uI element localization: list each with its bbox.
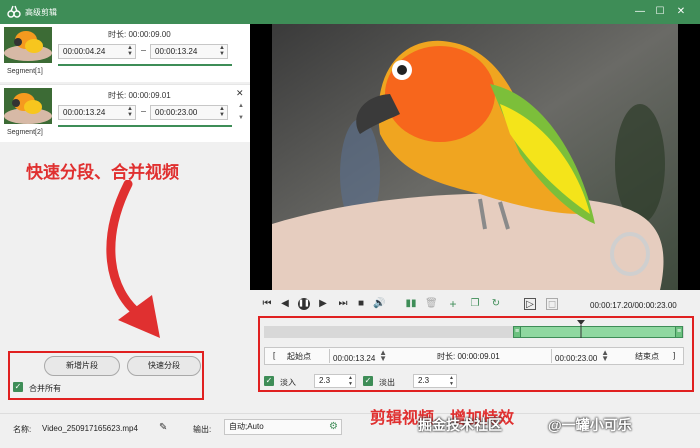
remove-segment-icon[interactable]: ✕ bbox=[236, 88, 244, 99]
title-bar: 高级剪辑 — ☐ ✕ bbox=[0, 0, 700, 24]
range-dash bbox=[141, 50, 146, 51]
segment-start-field[interactable]: 00:00:04.24 ▲ ▼ bbox=[58, 44, 136, 59]
maximize-button[interactable]: ☐ bbox=[653, 5, 667, 19]
segment-progress-bar bbox=[58, 125, 232, 127]
video-preview[interactable] bbox=[250, 24, 700, 290]
pause-icon[interactable]: ❚❚ bbox=[298, 298, 310, 310]
timeline-start-handle[interactable]: ≡ bbox=[513, 326, 521, 338]
segment-item[interactable]: Segment[2] 时长: 00:00:09.01 00:00:13.24 ▲ ▼… bbox=[0, 84, 250, 142]
window-title: 高级剪辑 bbox=[25, 8, 57, 17]
copy-icon[interactable]: ❐ bbox=[469, 298, 481, 310]
set-end-marker-icon[interactable]: ◻ bbox=[546, 298, 558, 310]
split-clip-icon[interactable]: ▮▮ bbox=[405, 298, 417, 310]
set-start-marker-icon[interactable]: ▷ bbox=[524, 298, 536, 310]
name-label: 名称: bbox=[13, 425, 32, 434]
segment-start-value: 00:00:04.24 bbox=[63, 47, 106, 56]
output-path-field[interactable]: 自动;Auto ⚙ bbox=[224, 419, 342, 435]
skip-to-end-icon[interactable]: ⏭ bbox=[337, 298, 349, 310]
quick-split-button[interactable]: 快速分段 bbox=[127, 356, 201, 376]
segment-thumbnail bbox=[4, 88, 52, 124]
output-path-value: 自动;Auto bbox=[229, 422, 264, 431]
segment-progress-bar bbox=[58, 64, 232, 66]
range-dash bbox=[141, 111, 146, 112]
add-icon[interactable]: + bbox=[447, 298, 459, 310]
clip-start-value: 00:00:13.24 bbox=[333, 354, 376, 363]
segment-duration: 时长: 00:00:09.00 bbox=[108, 30, 171, 39]
spin-arrows-icon[interactable]: ▲ ▼ bbox=[379, 349, 387, 363]
rotate-icon[interactable]: ↻ bbox=[490, 298, 502, 310]
spin-arrows-icon[interactable]: ▲ ▼ bbox=[348, 375, 353, 387]
set-end-point-button[interactable]: 结束点 bbox=[635, 351, 659, 362]
spin-arrows-icon[interactable]: ▲ ▼ bbox=[127, 45, 133, 57]
clip-end-value: 00:00:23.00 bbox=[555, 354, 598, 363]
step-back-icon[interactable]: ◀ bbox=[279, 298, 291, 310]
skip-to-start-icon[interactable]: ⏮ bbox=[261, 298, 273, 310]
watermark-site: 掘金技术社区 bbox=[418, 417, 502, 433]
segment-label: Segment[1] bbox=[7, 68, 43, 75]
close-button[interactable]: ✕ bbox=[674, 5, 688, 19]
minimize-button[interactable]: — bbox=[633, 5, 647, 19]
spin-arrows-icon[interactable]: ▲ ▼ bbox=[219, 45, 225, 57]
spin-arrows-icon[interactable]: ▲ ▼ bbox=[601, 349, 609, 363]
video-frame bbox=[272, 24, 678, 290]
set-start-point-button[interactable]: 起始点 bbox=[287, 351, 311, 362]
file-name: Video_250917165623.mp4 bbox=[42, 424, 138, 433]
move-down-icon[interactable]: ▼ bbox=[238, 115, 244, 121]
app-logo-icon bbox=[7, 5, 21, 18]
fade-in-checkbox[interactable]: ✓ bbox=[264, 376, 274, 386]
editor-panel: ⏮ ◀ ❚❚ ▶ ⏭ ■ 🔊 ▮▮ 🗑 + ❐ ↻ ▷ ◻ 00:00:17.2… bbox=[250, 24, 700, 413]
step-forward-icon[interactable]: ▶ bbox=[317, 298, 329, 310]
clip-range-bar: [ 起始点 00:00:13.24 ▲ ▼ 时长: 00:00:09.01 00:0… bbox=[264, 347, 684, 365]
segment-start-value: 00:00:13.24 bbox=[63, 108, 106, 117]
segment-panel: Segment[1] 时长: 00:00:09.00 00:00:04.24 ▲ ▼… bbox=[0, 24, 250, 448]
segment-start-field[interactable]: 00:00:13.24 ▲ ▼ bbox=[58, 105, 136, 120]
delete-icon[interactable]: 🗑 bbox=[425, 298, 438, 310]
segment-duration: 时长: 00:00:09.01 bbox=[108, 91, 171, 100]
fade-out-value: 2.3 bbox=[418, 376, 430, 385]
segment-end-field[interactable]: 00:00:23.00 ▲ ▼ bbox=[150, 105, 228, 120]
clip-end-field[interactable]: 00:00:23.00 ▲ ▼ bbox=[551, 349, 611, 363]
timeline-end-handle[interactable]: ≡ bbox=[675, 326, 683, 338]
volume-icon[interactable]: 🔊 bbox=[373, 298, 385, 310]
end-bracket: ] bbox=[673, 351, 676, 360]
start-bracket: [ bbox=[273, 351, 276, 360]
fade-out-field[interactable]: 2.3 ▲ ▼ bbox=[413, 374, 457, 388]
fade-in-value: 2.3 bbox=[319, 376, 331, 385]
gear-icon[interactable]: ⚙ bbox=[329, 420, 338, 434]
timeline-selection[interactable] bbox=[516, 326, 682, 338]
playback-controls: ⏮ ◀ ❚❚ ▶ ⏭ ■ 🔊 ▮▮ 🗑 + ❐ ↻ ▷ ◻ 00:00:17.2… bbox=[250, 292, 700, 316]
add-segment-button[interactable]: 新增片段 bbox=[44, 356, 120, 376]
watermark-author: @一罐小可乐 bbox=[548, 417, 632, 433]
segment-thumbnail bbox=[4, 27, 52, 63]
segment-end-value: 00:00:23.00 bbox=[155, 108, 198, 117]
output-label: 输出: bbox=[193, 425, 212, 434]
spin-arrows-icon[interactable]: ▲ ▼ bbox=[219, 106, 225, 118]
merge-all-label: 合并所有 bbox=[29, 384, 61, 393]
playhead-icon[interactable] bbox=[577, 320, 585, 338]
edit-name-icon[interactable]: ✎ bbox=[159, 422, 167, 433]
segment-item[interactable]: Segment[1] 时长: 00:00:09.00 00:00:04.24 ▲ ▼… bbox=[0, 24, 250, 82]
spin-arrows-icon[interactable]: ▲ ▼ bbox=[127, 106, 133, 118]
clip-duration: 时长: 00:00:09.01 bbox=[437, 352, 500, 361]
merge-all-checkbox[interactable]: ✓ bbox=[13, 382, 23, 392]
spin-arrows-icon[interactable]: ▲ ▼ bbox=[449, 375, 454, 387]
fade-out-label: 淡出 bbox=[379, 378, 395, 387]
move-up-icon[interactable]: ▲ bbox=[238, 103, 244, 109]
segment-end-value: 00:00:13.24 bbox=[155, 47, 198, 56]
segment-label: Segment[2] bbox=[7, 129, 43, 136]
fade-in-field[interactable]: 2.3 ▲ ▼ bbox=[314, 374, 356, 388]
red-arrow-icon bbox=[106, 180, 160, 338]
fade-in-label: 淡入 bbox=[280, 378, 296, 387]
fade-out-checkbox[interactable]: ✓ bbox=[363, 376, 373, 386]
segment-end-field[interactable]: 00:00:13.24 ▲ ▼ bbox=[150, 44, 228, 59]
clip-start-field[interactable]: 00:00:13.24 ▲ ▼ bbox=[329, 349, 389, 363]
stop-icon[interactable]: ■ bbox=[355, 298, 367, 310]
playback-time: 00:00:17.20/00:00:23.00 bbox=[590, 301, 677, 310]
